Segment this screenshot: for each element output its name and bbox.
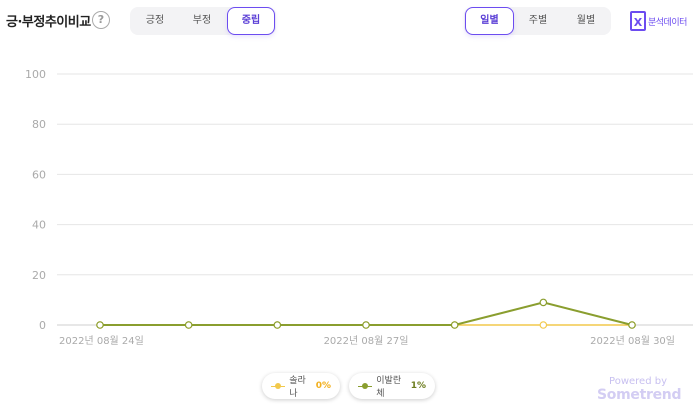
legend-series-name: 솔라나 <box>289 376 306 399</box>
x-tick-label: 2022년 08월 27일 <box>324 335 409 347</box>
y-tick-label: 0 <box>39 319 46 332</box>
data-point[interactable] <box>450 321 459 329</box>
legend-item-solana[interactable]: 솔라나 0% <box>262 373 340 399</box>
data-point[interactable] <box>539 321 548 329</box>
legend-series-name: 이발란체 <box>376 376 402 399</box>
data-point[interactable] <box>628 321 636 329</box>
data-point[interactable] <box>362 321 370 329</box>
powered-by-text: Powered by <box>609 376 667 387</box>
y-tick-label: 100 <box>25 68 46 81</box>
data-point[interactable] <box>539 298 548 307</box>
data-point[interactable] <box>96 321 104 329</box>
data-point[interactable] <box>184 321 193 329</box>
powered-by-logo: Powered by Sometrend <box>597 376 697 403</box>
legend-item-avalanche[interactable]: 이발란체 1% <box>349 373 435 399</box>
x-tick-label: 2022년 08월 30일 <box>590 335 675 347</box>
y-tick-label: 20 <box>32 269 46 282</box>
y-tick-label: 40 <box>32 219 46 232</box>
legend-marker-icon <box>271 382 286 390</box>
data-point[interactable] <box>273 321 282 329</box>
legend-series-percent: 1% <box>410 381 426 391</box>
legend-series-percent: 0% <box>315 381 331 391</box>
x-tick-label: 2022년 08월 24일 <box>59 335 144 347</box>
legend-marker-icon <box>358 382 373 390</box>
y-tick-label: 60 <box>32 168 46 181</box>
y-tick-label: 80 <box>32 118 46 131</box>
brand-name: Sometrend <box>597 387 682 403</box>
sentiment-trend-chart: 0 20 40 60 80 100 2022년 08월 24일 2022년 08월 27일 20… <box>25 68 693 347</box>
